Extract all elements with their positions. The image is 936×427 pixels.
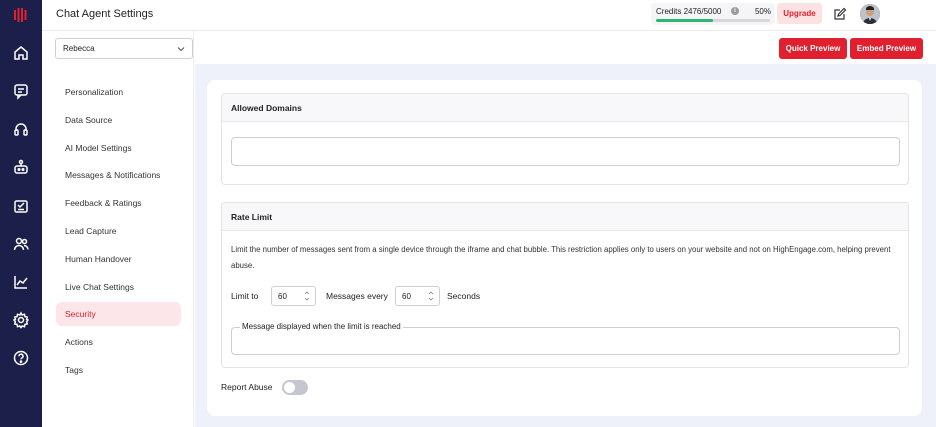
seconds-value: 60 xyxy=(402,292,411,301)
sidebar-item-live-chat-settings[interactable]: Live Chat Settings xyxy=(56,275,181,299)
seconds-stepper[interactable]: 60 xyxy=(395,286,440,306)
upgrade-button[interactable]: Upgrade xyxy=(777,3,822,24)
edit-icon[interactable] xyxy=(833,7,847,21)
messages-every-label: Messages every xyxy=(326,291,388,301)
seconds-label: Seconds xyxy=(447,291,481,301)
limit-message-input[interactable] xyxy=(231,327,900,355)
credits-label: Credits 2476/5000 xyxy=(656,7,722,16)
section-title: Rate Limit xyxy=(231,212,273,222)
toggle-knob xyxy=(284,382,295,393)
stepper-arrows-icon[interactable] xyxy=(303,289,311,303)
section-header: Rate Limit xyxy=(222,203,908,231)
agent-select[interactable]: Rebecca xyxy=(55,38,193,59)
sidebar-item-feedback-ratings[interactable]: Feedback & Ratings xyxy=(56,191,181,215)
sidebar-item-actions[interactable]: Actions xyxy=(56,330,181,354)
section-header: Allowed Domains xyxy=(222,94,908,122)
limit-count-stepper[interactable]: 60 xyxy=(271,286,316,306)
bot-icon[interactable] xyxy=(12,158,30,176)
embed-preview-button[interactable]: Embed Preview xyxy=(850,38,923,59)
sidebar-item-data-source[interactable]: Data Source xyxy=(56,108,181,132)
quick-preview-button[interactable]: Quick Preview xyxy=(779,38,847,59)
clipboard-icon[interactable] xyxy=(12,197,30,215)
app-logo[interactable] xyxy=(13,7,29,23)
settings-sidebar: Rebecca Personalization Data Source AI Mod… xyxy=(42,31,194,427)
credits-percent: 50% xyxy=(754,7,771,16)
allowed-domains-input[interactable] xyxy=(231,137,900,166)
section-title: Allowed Domains xyxy=(231,103,302,113)
info-icon[interactable]: i xyxy=(731,7,739,15)
rate-limit-section: Rate Limit Limit the number of messages … xyxy=(221,202,909,368)
sidebar-item-personalization[interactable]: Personalization xyxy=(56,80,181,104)
analytics-icon[interactable] xyxy=(12,273,30,291)
rate-limit-description: Limit the number of messages sent from a… xyxy=(231,245,891,270)
home-icon[interactable] xyxy=(12,44,30,62)
sidebar-item-tags[interactable]: Tags xyxy=(56,358,181,382)
limit-to-label: Limit to xyxy=(231,291,259,301)
page-title: Chat Agent Settings xyxy=(56,8,154,20)
chevron-down-icon xyxy=(177,47,185,52)
credits-progress-bar xyxy=(656,19,770,22)
app-rail xyxy=(0,0,42,427)
sidebar-item-lead-capture[interactable]: Lead Capture xyxy=(56,219,181,243)
report-abuse-toggle[interactable] xyxy=(282,380,308,395)
settings-icon[interactable] xyxy=(12,311,30,329)
sidebar-item-human-handover[interactable]: Human Handover xyxy=(56,247,181,271)
credits-progress-fill xyxy=(656,19,713,22)
chat-icon[interactable] xyxy=(12,82,30,100)
users-icon[interactable] xyxy=(12,235,30,253)
user-avatar[interactable] xyxy=(860,4,880,24)
limit-message-label: Message displayed when the limit is reac… xyxy=(240,322,403,331)
sidebar-item-security[interactable]: Security xyxy=(56,302,181,327)
credits-meter: Credits 2476/5000 i 50% xyxy=(651,3,775,25)
stepper-arrows-icon[interactable] xyxy=(427,289,435,303)
sidebar-item-messages-notifications[interactable]: Messages & Notifications xyxy=(56,163,181,187)
headset-icon[interactable] xyxy=(12,120,30,138)
sidebar-item-ai-model-settings[interactable]: AI Model Settings xyxy=(56,136,181,160)
allowed-domains-section: Allowed Domains xyxy=(221,93,909,185)
agent-select-value: Rebecca xyxy=(63,44,95,53)
report-abuse-label: Report Abuse xyxy=(221,382,273,392)
limit-count-value: 60 xyxy=(278,292,287,301)
help-icon[interactable] xyxy=(12,349,30,367)
